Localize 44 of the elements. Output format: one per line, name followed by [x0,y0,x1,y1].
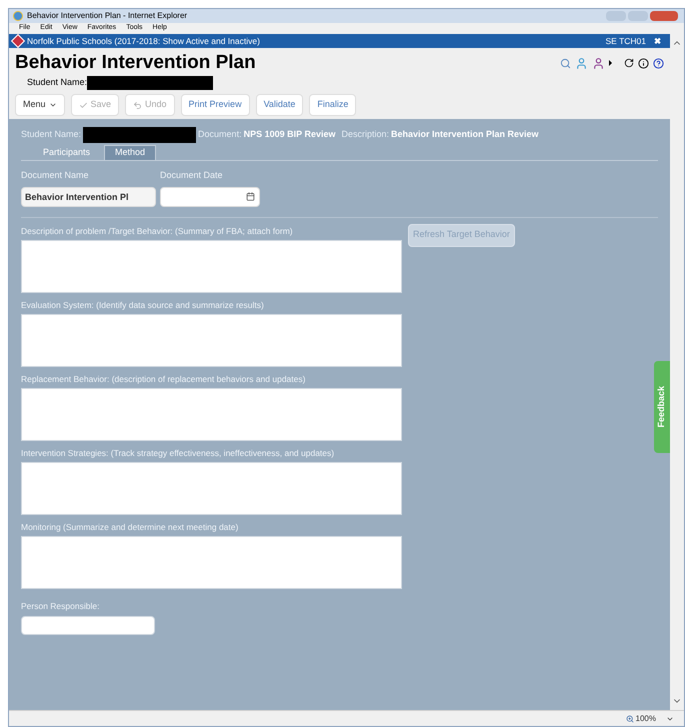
scrollbar[interactable] [670,34,684,710]
field-label: Document Date [160,169,224,182]
logo-icon [10,34,26,48]
info-icon[interactable] [638,58,649,68]
district-title: Norfolk Public Schools (2017-2018: Show Active and Inactive) [27,34,260,48]
close-button[interactable]: ✖ [650,34,666,48]
toolbar-button[interactable]: Validate [256,94,304,116]
field-label: Monitoring (Summarize and determine next meeting date) [21,522,240,532]
document-value: NPS 1009 BIP Review [244,128,336,142]
caret-icon[interactable] [609,60,612,66]
calendar-icon[interactable] [246,192,255,201]
field-label: Intervention Strategies: (Track strategy effectiveness, ineffectiveness, and updates) [21,448,336,458]
caret-icon [48,101,57,109]
document-label: Document: [198,128,242,142]
description-label: Description: [341,128,389,142]
student-name-label: Student Name: [21,128,82,142]
toolbar-button[interactable]: Finalize [309,94,356,116]
toolbar-button[interactable]: Print Preview [180,94,250,116]
document-date-field[interactable] [160,186,260,206]
person-responsible-field[interactable] [21,616,155,636]
window-title: Behavior Intervention Plan - Internet Explorer [27,10,188,22]
search-icon[interactable] [560,58,571,68]
check-icon [78,100,88,110]
field-label: Description of problem /Target Behavior: (Summary of FBA; attach form) [21,226,294,236]
close-button[interactable] [650,11,678,21]
page-title: Behavior Intervention Plan [15,52,256,74]
refresh-icon[interactable] [624,58,634,68]
student-name-label: Student Name: [27,76,88,90]
person-icon[interactable] [575,56,588,70]
description-value: Behavior Intervention Plan Review [391,128,539,142]
browser-logo-icon [13,11,23,21]
field-label: Replacement Behavior: (description of replacement behaviors and updates) [21,374,306,384]
tab[interactable]: Method [104,145,156,160]
person-icon[interactable] [592,56,605,70]
menu-button[interactable]: Menu [15,94,65,116]
field-label: Evaluation System: (Identify data source and summarize results) [21,300,265,310]
document-name-field[interactable]: Behavior Intervention Pl [21,186,156,206]
field-label: Person Responsible: [21,600,100,612]
zoom-icon [626,714,634,722]
user-id: SE TCH01 [606,34,646,48]
undo-icon [133,100,142,110]
zoom-control[interactable]: 100% [626,712,656,724]
help-icon[interactable] [653,58,664,68]
field-label: Document Name [21,169,90,182]
